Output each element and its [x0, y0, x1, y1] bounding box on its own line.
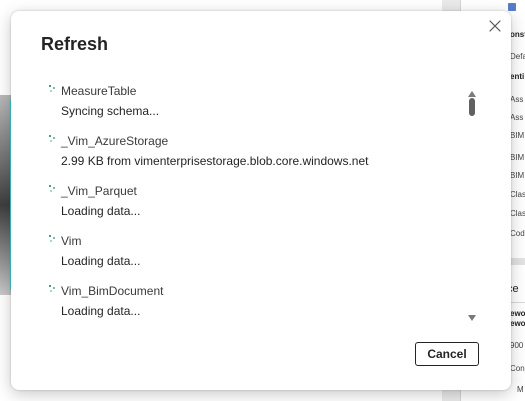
item-name: Vim: [61, 234, 82, 248]
pane-row[interactable]: Cod: [510, 229, 525, 238]
pane-row: ewo: [510, 309, 525, 318]
item-name: Vim_BimDocument: [61, 284, 164, 298]
pane-row: ewo: [510, 319, 525, 328]
item-status: Loading data...: [61, 204, 141, 218]
close-icon: [489, 20, 501, 32]
pane-row[interactable]: Clas: [510, 190, 525, 199]
list-item: Vim_BimDocument Loading data...: [47, 281, 457, 325]
pane-row[interactable]: Ass: [510, 113, 523, 122]
item-name: MeasureTable: [61, 84, 137, 98]
spinner-icon: [49, 85, 57, 93]
app-window: onst Defa enti Ass Ass BIM BIM BIM Clas …: [0, 0, 525, 401]
list-item: Vim Loading data...: [47, 231, 457, 275]
dialog-title: Refresh: [41, 34, 109, 54]
cancel-button[interactable]: Cancel: [415, 342, 479, 366]
spinner-icon: [49, 235, 57, 243]
list-scrollbar[interactable]: [466, 83, 478, 323]
spinner-icon: [49, 285, 57, 293]
pane-row[interactable]: BIM: [510, 171, 524, 180]
pane-row[interactable]: Defa: [510, 52, 525, 61]
refresh-item-list: MeasureTable Syncing schema... _Vim_Azur…: [47, 81, 457, 325]
list-item: _Vim_AzureStorage 2.99 KB from vimenterp…: [47, 131, 457, 175]
spinner-icon: [49, 185, 57, 193]
pane-row: Con: [510, 364, 525, 373]
item-name: _Vim_AzureStorage: [61, 134, 169, 148]
table-icon: [508, 3, 516, 11]
refresh-dialog: Refresh MeasureTable Syncing schema... _…: [11, 11, 511, 390]
list-item: _Vim_Parquet Loading data...: [47, 181, 457, 225]
chevron-up-icon[interactable]: [468, 85, 476, 97]
chevron-down-icon[interactable]: [468, 309, 476, 321]
item-status: Loading data...: [61, 254, 141, 268]
pane-row: 900: [510, 341, 524, 350]
spinner-icon: [49, 135, 57, 143]
pane-row: M: [517, 385, 524, 394]
pane-row: enti: [510, 72, 525, 81]
pane-row[interactable]: BIM: [510, 153, 524, 162]
item-status: Loading data...: [61, 304, 141, 318]
item-status: Syncing schema...: [61, 104, 160, 118]
scroll-thumb[interactable]: [469, 98, 475, 116]
pane-row: onst: [510, 30, 525, 39]
list-item: MeasureTable Syncing schema...: [47, 81, 457, 125]
pane-row[interactable]: BIM: [510, 131, 524, 140]
pane-row[interactable]: Ass: [510, 95, 523, 104]
item-name: _Vim_Parquet: [61, 184, 137, 198]
close-button[interactable]: [485, 16, 505, 36]
pane-row[interactable]: Clas: [510, 209, 525, 218]
item-status: 2.99 KB from vimenterprisestorage.blob.c…: [61, 154, 369, 168]
